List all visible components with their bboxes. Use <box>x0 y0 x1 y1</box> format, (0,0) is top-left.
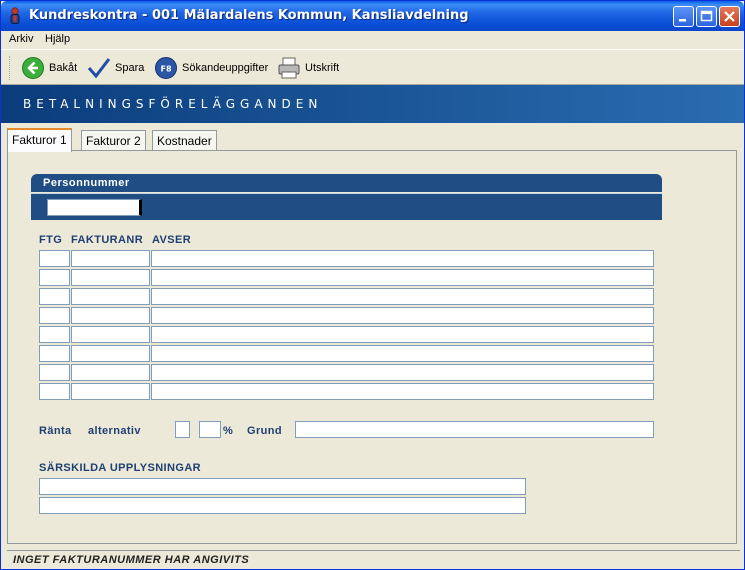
minimize-icon <box>679 19 686 22</box>
percent-label: % <box>223 425 234 437</box>
page-banner: BETALNINGSFÖRELÄGGANDEN <box>1 85 744 123</box>
ranta-label: Ränta <box>39 425 72 437</box>
search-applicant-label: Sökandeuppgifter <box>182 62 269 74</box>
avser-cell[interactable] <box>151 345 654 362</box>
personnummer-header: Personnummer <box>31 174 662 192</box>
back-button[interactable]: Bakåt <box>21 55 77 81</box>
avser-cell[interactable] <box>151 269 654 286</box>
ranta-percent-input[interactable] <box>199 421 221 438</box>
title-bar[interactable]: Kundreskontra - 001 Mälardalens Kommun, … <box>1 1 744 31</box>
grund-label: Grund <box>247 425 282 437</box>
ftg-cell[interactable] <box>39 326 70 343</box>
window-title: Kundreskontra - 001 Mälardalens Kommun, … <box>29 8 469 23</box>
status-bar: INGET FAKTURANUMMER HAR ANGIVITS <box>7 550 740 568</box>
fakturanr-cell[interactable] <box>71 250 150 267</box>
alternativ-label: alternativ <box>88 425 141 437</box>
save-label: Spara <box>115 62 145 74</box>
tab-fakturor-1[interactable]: Fakturor 1 <box>7 128 72 152</box>
avser-cell[interactable] <box>151 364 654 381</box>
maximize-icon <box>700 10 713 22</box>
ftg-cell[interactable] <box>39 345 70 362</box>
personnummer-row <box>31 193 662 220</box>
back-label: Bakåt <box>49 62 78 74</box>
ftg-cell[interactable] <box>39 269 70 286</box>
avser-header: AVSER <box>152 234 192 246</box>
close-button[interactable] <box>719 6 740 27</box>
fakturanr-cell[interactable] <box>71 345 150 362</box>
avser-cell[interactable] <box>151 288 654 305</box>
ranta-alternativ-input[interactable] <box>175 421 190 438</box>
avser-cell[interactable] <box>151 250 654 267</box>
ftg-cell[interactable] <box>39 307 70 324</box>
print-button[interactable]: Utskrift <box>277 55 339 81</box>
app-window: Kundreskontra - 001 Mälardalens Kommun, … <box>0 0 745 570</box>
status-message: INGET FAKTURANUMMER HAR ANGIVITS <box>13 554 250 566</box>
ftg-cell[interactable] <box>39 288 70 305</box>
f8-key-icon: F8 <box>155 57 177 79</box>
toolbar: Bakåt Spara F8 Sökandeuppgifter Utskrift <box>1 49 744 85</box>
avser-cell[interactable] <box>151 307 654 324</box>
menu-bar: Arkiv Hjälp <box>1 31 744 49</box>
fakturanr-cell[interactable] <box>71 288 150 305</box>
ftg-header: FTG <box>39 234 63 246</box>
app-icon <box>10 7 20 24</box>
sarskilda-input-2[interactable] <box>39 497 526 514</box>
tab-kostnader[interactable]: Kostnader <box>152 130 217 151</box>
personnummer-input[interactable] <box>47 199 142 216</box>
back-arrow-icon <box>22 57 44 79</box>
fakturanr-cell[interactable] <box>71 326 150 343</box>
search-applicant-button[interactable]: F8 Sökandeuppgifter <box>154 55 268 81</box>
menu-arkiv[interactable]: Arkiv <box>9 33 33 45</box>
close-icon <box>724 11 735 22</box>
ftg-cell[interactable] <box>39 364 70 381</box>
page-title: BETALNINGSFÖRELÄGGANDEN <box>23 97 323 111</box>
f8-key-text: F8 <box>160 65 171 74</box>
fakturanr-cell[interactable] <box>71 383 150 400</box>
fakturanr-cell[interactable] <box>71 364 150 381</box>
menu-hjalp[interactable]: Hjälp <box>45 33 70 45</box>
avser-cell[interactable] <box>151 326 654 343</box>
printer-icon <box>278 57 300 79</box>
maximize-button[interactable] <box>696 6 717 27</box>
tab-fakturor-2[interactable]: Fakturor 2 <box>81 130 146 151</box>
ftg-cell[interactable] <box>39 383 70 400</box>
toolbar-grip <box>9 56 12 80</box>
sarskilda-label: SÄRSKILDA UPPLYSNINGAR <box>39 462 202 474</box>
sarskilda-input-1[interactable] <box>39 478 526 495</box>
fakturanr-cell[interactable] <box>71 269 150 286</box>
save-button[interactable]: Spara <box>87 55 144 81</box>
grund-input[interactable] <box>295 421 654 438</box>
checkmark-icon <box>87 58 111 79</box>
ftg-cell[interactable] <box>39 250 70 267</box>
fakturanr-cell[interactable] <box>71 307 150 324</box>
personnummer-label: Personnummer <box>43 177 130 189</box>
fakturanr-header: FAKTURANR <box>71 234 144 246</box>
print-label: Utskrift <box>305 62 340 74</box>
minimize-button[interactable] <box>673 6 694 27</box>
avser-cell[interactable] <box>151 383 654 400</box>
